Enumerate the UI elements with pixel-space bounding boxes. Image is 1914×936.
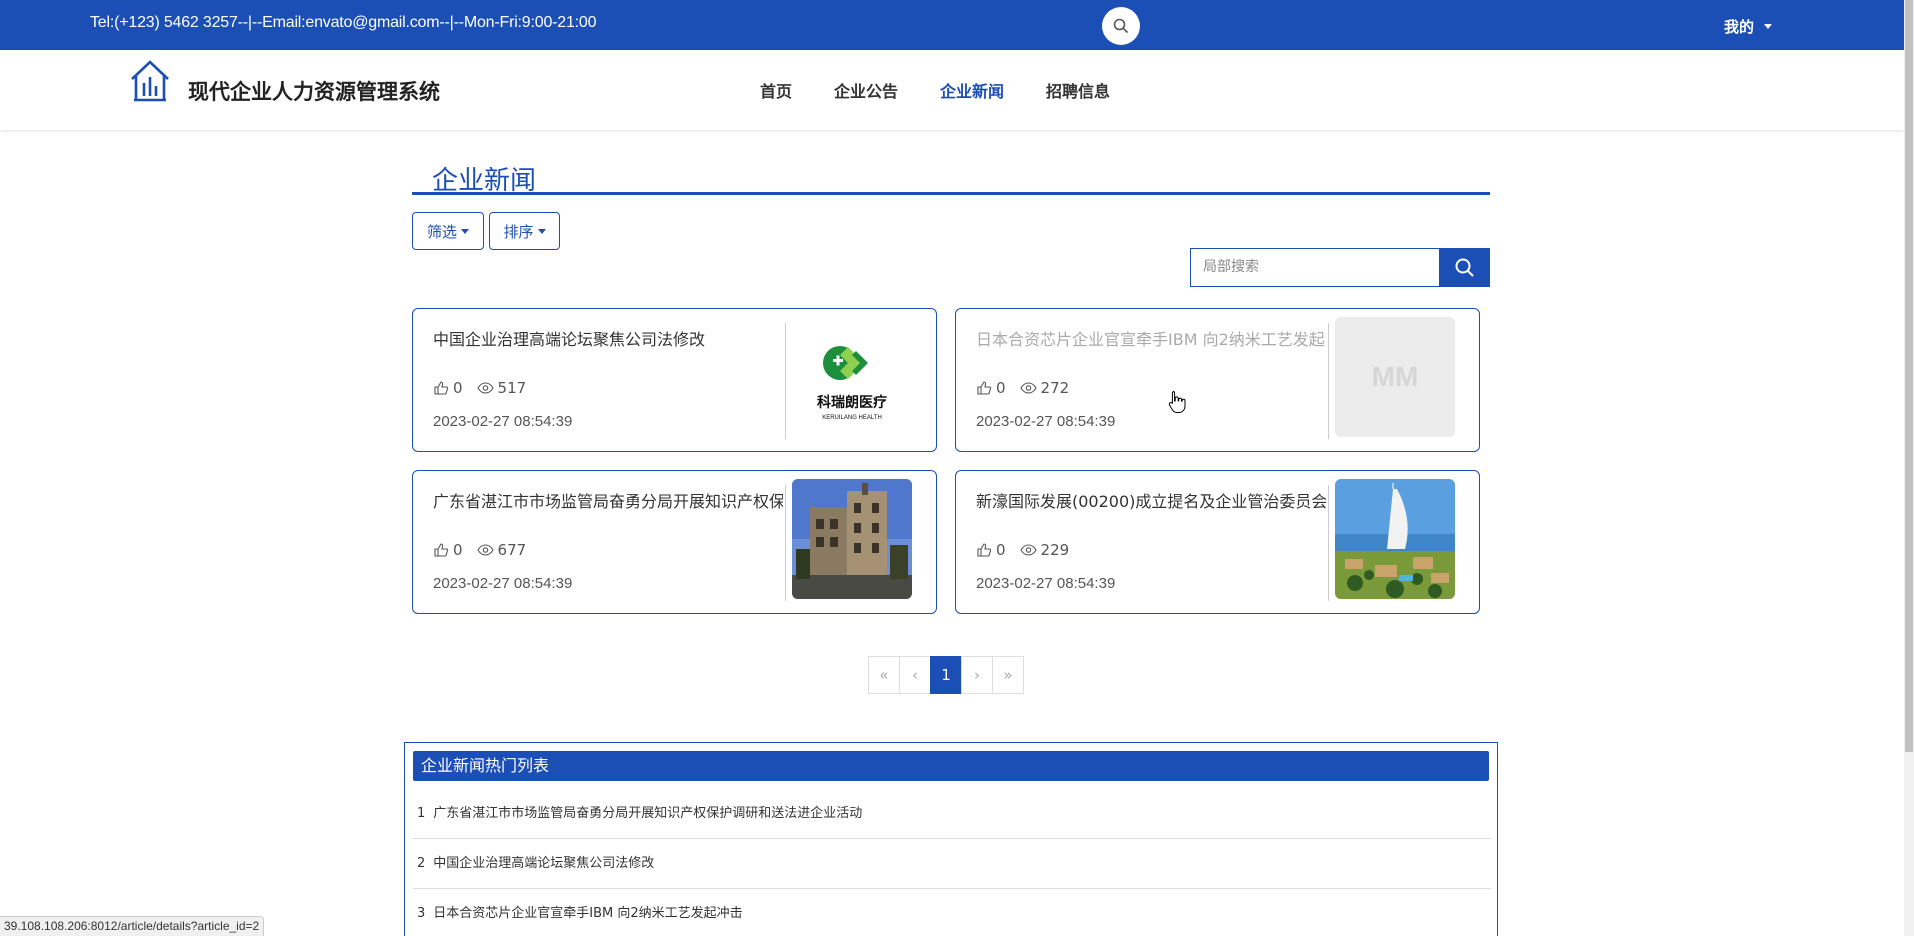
card-divider (1328, 323, 1329, 439)
news-card-date: 2023-02-27 08:54:39 (976, 575, 1116, 592)
browser-status-url: 39.108.108.206:8012/article/details?arti… (0, 916, 265, 936)
card-divider (1328, 485, 1329, 601)
hot-news-item-title: 中国企业治理高端论坛聚焦公司法修改 (433, 856, 655, 871)
eye-icon (476, 382, 494, 394)
pagination-last[interactable]: » (992, 656, 1024, 694)
hot-news-panel: 企业新闻热门列表 1 广东省湛江市市场监管局奋勇分局开展知识产权保护调研和送法进企… (404, 742, 1498, 936)
news-card-thumbnail: MM (1335, 317, 1455, 437)
like-count-value: 0 (453, 379, 463, 397)
nav-home[interactable]: 首页 (760, 78, 792, 102)
news-card[interactable]: 新濠国际发展(00200)成立提名及企业管治委员会 0 229 2023-02-… (955, 470, 1480, 614)
like-count-value: 0 (453, 541, 463, 559)
pagination-next[interactable]: › (961, 656, 993, 694)
view-count: 272 (1019, 379, 1070, 397)
nav-announcements[interactable]: 企业公告 (834, 78, 898, 102)
search-icon (1455, 258, 1474, 277)
resort-photo-image (1335, 479, 1455, 599)
pagination-page-current[interactable]: 1 (930, 656, 962, 694)
title-underline (412, 192, 1490, 195)
card-divider (785, 485, 786, 601)
view-count-value: 272 (1040, 379, 1070, 397)
view-count: 677 (476, 541, 527, 559)
nav-jobs[interactable]: 招聘信息 (1046, 78, 1110, 102)
view-count-value: 229 (1040, 541, 1070, 559)
like-count-value: 0 (996, 379, 1006, 397)
hot-news-item[interactable]: 3 日本合资芯片企业官宣牵手IBM 向2纳米工艺发起冲击 (413, 889, 1491, 936)
chevron-down-icon (537, 228, 546, 234)
news-card-thumbnail (792, 479, 912, 599)
news-card-date: 2023-02-27 08:54:39 (433, 575, 573, 592)
pagination-prev[interactable]: ‹ (899, 656, 931, 694)
thumbs-up-icon (977, 543, 992, 557)
eye-icon (1019, 382, 1037, 394)
hot-news-rank: 3 (417, 906, 426, 921)
news-card-date: 2023-02-27 08:54:39 (433, 413, 573, 430)
contact-info: Tel:(+123) 5462 3257--|--Email:envato@gm… (90, 14, 597, 31)
kerui-logo-image: 科瑞朗医疗 KERUILANG HEALTH (792, 317, 912, 437)
hot-news-item[interactable]: 1 广东省湛江市市场监管局奋勇分局开展知识产权保护调研和送法进企业活动 (413, 789, 1491, 839)
news-card-title: 新濠国际发展(00200)成立提名及企业管治委员会 (976, 492, 1326, 511)
news-card-title: 广东省湛江市市场监管局奋勇分局开展知识产权保护调研和送法进企业活动 (433, 492, 783, 511)
building-photo-image (792, 479, 912, 599)
card-divider (785, 323, 786, 439)
hot-news-rank: 1 (417, 806, 426, 821)
chevron-down-icon (1764, 24, 1773, 29)
news-card[interactable]: 中国企业治理高端论坛聚焦公司法修改 0 517 2023-02-27 08:54… (412, 308, 937, 452)
news-card-thumbnail (1335, 479, 1455, 599)
hot-news-item-title: 日本合资芯片企业官宣牵手IBM 向2纳米工艺发起冲击 (433, 906, 743, 921)
view-count: 517 (476, 379, 527, 397)
sort-label: 排序 (503, 222, 534, 241)
news-card-thumbnail: 科瑞朗医疗 KERUILANG HEALTH (792, 317, 912, 437)
like-count[interactable]: 0 (433, 379, 463, 397)
pagination: « ‹ 1 › » (868, 656, 1024, 694)
page-scrollbar[interactable] (1904, 0, 1914, 936)
sort-dropdown[interactable]: 排序 (489, 212, 560, 250)
thumbs-up-icon (434, 543, 449, 557)
hot-news-rank: 2 (417, 856, 426, 871)
news-card[interactable]: 广东省湛江市市场监管局奋勇分局开展知识产权保护调研和送法进企业活动 0 677 … (412, 470, 937, 614)
thumbs-up-icon (434, 381, 449, 395)
site-header: 现代企业人力资源管理系统 首页 企业公告 企业新闻 招聘信息 (0, 50, 1904, 130)
hot-news-title: 企业新闻热门列表 (413, 751, 1489, 781)
hot-news-item-title: 广东省湛江市市场监管局奋勇分局开展知识产权保护调研和送法进企业活动 (433, 806, 863, 821)
news-card-title: 中国企业治理高端论坛聚焦公司法修改 (433, 330, 706, 349)
global-search-button[interactable] (1102, 7, 1140, 45)
news-card-date: 2023-02-27 08:54:39 (976, 413, 1116, 430)
news-card-title: 日本合资芯片企业官宣牵手IBM 向2纳米工艺发起冲击 (976, 330, 1326, 349)
logo-house-icon (131, 60, 169, 102)
like-count[interactable]: 0 (976, 541, 1006, 559)
thumbs-up-icon (977, 381, 992, 395)
eye-icon (476, 544, 494, 556)
view-count-value: 677 (497, 541, 527, 559)
pagination-first[interactable]: « (868, 656, 900, 694)
local-search-input[interactable]: 局部搜索 (1190, 248, 1440, 287)
user-menu-label: 我的 (1724, 18, 1755, 36)
eye-icon (1019, 544, 1037, 556)
hot-news-item[interactable]: 2 中国企业治理高端论坛聚焦公司法修改 (413, 839, 1491, 889)
local-search-button[interactable] (1439, 248, 1490, 287)
view-count-value: 517 (497, 379, 527, 397)
news-card[interactable]: 日本合资芯片企业官宣牵手IBM 向2纳米工艺发起冲击 0 272 2023-02… (955, 308, 1480, 452)
like-count[interactable]: 0 (433, 541, 463, 559)
search-icon (1113, 18, 1129, 34)
thumbnail-placeholder-text: MM (1371, 361, 1419, 392)
scrollbar-thumb[interactable] (1905, 0, 1913, 752)
hand-cursor-icon (1168, 391, 1186, 413)
main-nav: 首页 企业公告 企业新闻 招聘信息 (760, 78, 1152, 102)
chevron-down-icon (461, 228, 469, 234)
like-count[interactable]: 0 (976, 379, 1006, 397)
user-menu[interactable]: 我的 (1724, 16, 1773, 37)
top-bar: Tel:(+123) 5462 3257--|--Email:envato@gm… (0, 0, 1904, 50)
site-brand: 现代企业人力资源管理系统 (188, 80, 440, 104)
view-count: 229 (1019, 541, 1070, 559)
svg-text:KERUILANG HEALTH: KERUILANG HEALTH (822, 415, 882, 421)
svg-text:科瑞朗医疗: 科瑞朗医疗 (817, 394, 887, 411)
filter-label: 筛选 (426, 222, 457, 241)
like-count-value: 0 (996, 541, 1006, 559)
nav-news[interactable]: 企业新闻 (940, 78, 1004, 102)
filter-dropdown[interactable]: 筛选 (412, 212, 484, 250)
